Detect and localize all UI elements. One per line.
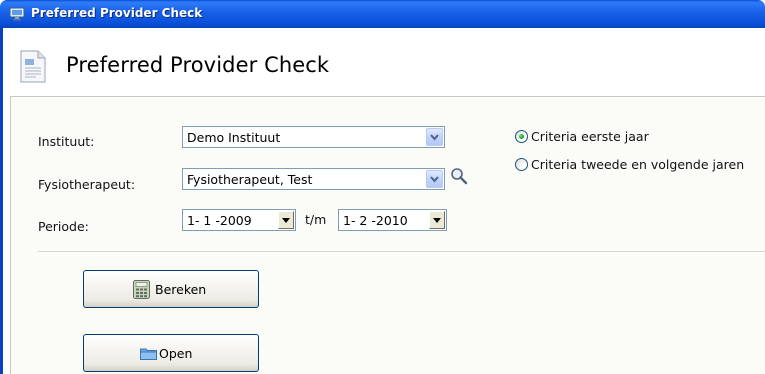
radio-label: Criteria tweede en volgende jaren bbox=[531, 157, 745, 172]
magnifier-icon[interactable] bbox=[449, 166, 469, 186]
periode-from-picker[interactable]: 1- 1 -2009 bbox=[182, 209, 296, 231]
section-divider bbox=[38, 251, 765, 253]
radio-selected-dot bbox=[519, 134, 524, 139]
calculator-icon bbox=[133, 280, 150, 299]
chevron-down-icon[interactable] bbox=[426, 170, 443, 188]
page-header: Preferred Provider Check bbox=[3, 28, 765, 96]
app-window: Preferred Provider Check Preferred Provi… bbox=[0, 0, 765, 374]
radio-button[interactable] bbox=[515, 130, 528, 143]
caret-down-icon[interactable] bbox=[429, 211, 445, 229]
monitor-icon bbox=[9, 7, 25, 21]
fysiotherapeut-label: Fysiotherapeut: bbox=[38, 177, 136, 192]
page-title: Preferred Provider Check bbox=[66, 53, 330, 77]
bereken-button[interactable]: Bereken bbox=[83, 270, 259, 308]
caret-down-icon[interactable] bbox=[278, 211, 294, 229]
folder-icon bbox=[140, 348, 157, 360]
periode-separator: t/m bbox=[305, 212, 327, 227]
fysiotherapeut-value: Fysiotherapeut, Test bbox=[187, 172, 313, 187]
radio-criteria-eerste-jaar[interactable]: Criteria eerste jaar bbox=[515, 129, 755, 147]
chevron-down-icon[interactable] bbox=[426, 128, 443, 146]
title-bar[interactable]: Preferred Provider Check bbox=[0, 0, 765, 28]
periode-to-value: 1- 2 -2010 bbox=[343, 213, 408, 228]
open-button[interactable]: Open bbox=[83, 334, 259, 372]
fysiotherapeut-select[interactable]: Fysiotherapeut, Test bbox=[182, 168, 445, 190]
bereken-button-label: Bereken bbox=[155, 282, 207, 297]
radio-label: Criteria eerste jaar bbox=[531, 129, 649, 144]
radio-criteria-tweede-jaren[interactable]: Criteria tweede en volgende jaren bbox=[515, 157, 760, 175]
window-title: Preferred Provider Check bbox=[31, 6, 203, 20]
instituut-label: Instituut: bbox=[38, 134, 95, 149]
radio-button[interactable] bbox=[515, 158, 528, 171]
periode-to-picker[interactable]: 1- 2 -2010 bbox=[338, 209, 447, 231]
instituut-value: Demo Instituut bbox=[187, 130, 281, 145]
instituut-select[interactable]: Demo Instituut bbox=[182, 126, 445, 148]
periode-from-value: 1- 1 -2009 bbox=[187, 213, 252, 228]
document-icon bbox=[20, 50, 46, 83]
open-button-label: Open bbox=[159, 346, 193, 361]
periode-label: Periode: bbox=[38, 219, 89, 234]
